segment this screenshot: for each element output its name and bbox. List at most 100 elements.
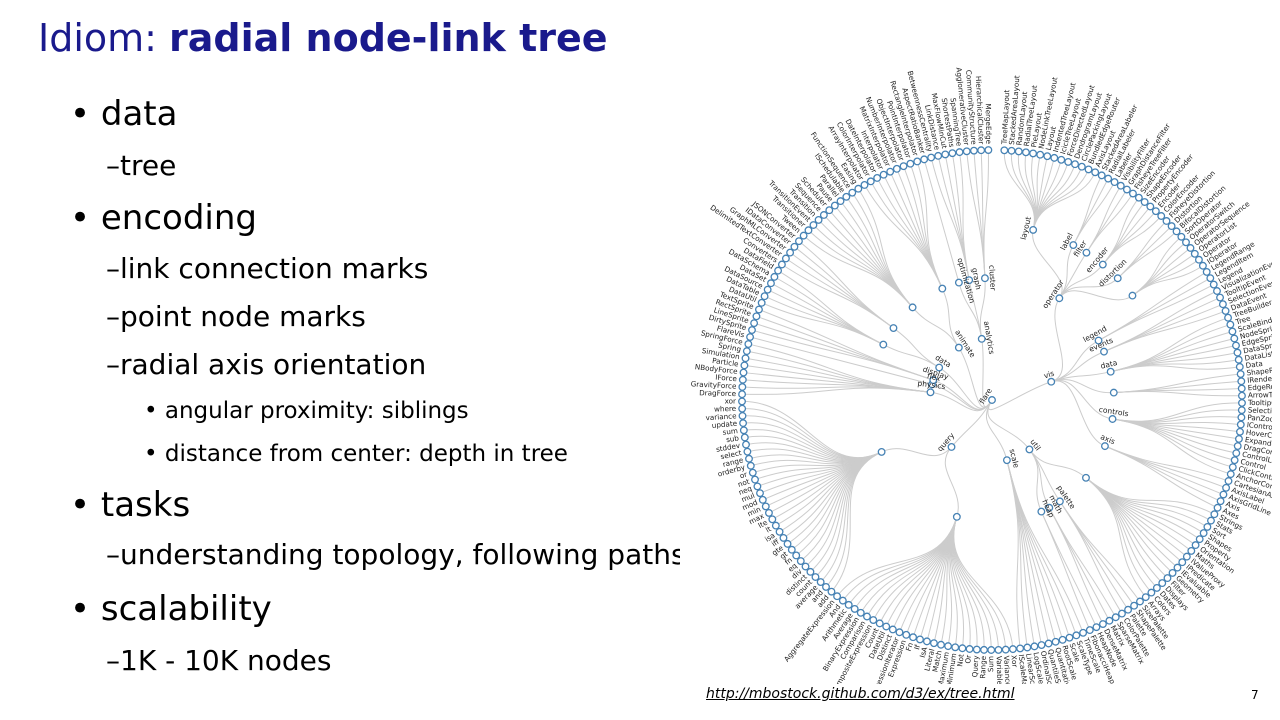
leaf-node bbox=[977, 146, 986, 155]
leaf-node bbox=[1043, 152, 1052, 161]
leaf-node bbox=[1226, 320, 1235, 329]
tree-link bbox=[1032, 166, 1083, 231]
leaf-node bbox=[738, 404, 747, 413]
tree-link bbox=[1051, 297, 1063, 383]
tree-link bbox=[1113, 380, 1242, 394]
leaf-node bbox=[1213, 287, 1221, 295]
leaf-node bbox=[1233, 442, 1242, 451]
leaf-node bbox=[1152, 583, 1161, 592]
leaf-node bbox=[1008, 645, 1017, 654]
branch-node bbox=[938, 284, 947, 293]
source-link[interactable]: http://mbostock.github.com/d3/ex/tree.ht… bbox=[706, 686, 1015, 702]
leaf-node bbox=[1111, 613, 1120, 622]
leaf-node bbox=[764, 508, 773, 517]
leaf-node bbox=[1228, 327, 1237, 336]
tree-link bbox=[798, 240, 894, 329]
tree-link bbox=[1112, 402, 1242, 422]
leaf-node bbox=[863, 612, 871, 621]
tree-link bbox=[1132, 236, 1182, 297]
leaf-node bbox=[1235, 362, 1244, 371]
title-regular: Idiom: bbox=[38, 16, 170, 60]
leaf-node bbox=[763, 285, 772, 294]
leaf-node bbox=[987, 646, 996, 654]
branch-node bbox=[977, 334, 986, 343]
leaf-node bbox=[1224, 313, 1233, 322]
leaf-node bbox=[758, 495, 767, 504]
tree-link bbox=[1104, 445, 1229, 482]
leaf-node bbox=[744, 340, 753, 349]
leaf-node bbox=[1216, 293, 1224, 302]
leaf-node bbox=[783, 539, 792, 548]
tree-link bbox=[1117, 230, 1177, 279]
leaf-node bbox=[790, 242, 799, 251]
tree-link bbox=[912, 307, 960, 348]
tree-nodes bbox=[738, 146, 1246, 654]
leaf-node bbox=[811, 573, 820, 581]
leaf-node bbox=[899, 162, 908, 171]
leaf-node bbox=[1237, 384, 1246, 393]
leaf-node bbox=[1146, 202, 1155, 211]
leaf-node bbox=[1085, 626, 1094, 635]
leaf-node bbox=[1219, 490, 1228, 499]
tree-link bbox=[1112, 418, 1235, 461]
slide-title: Idiom: radial node-link tree bbox=[38, 16, 608, 60]
leaf-node bbox=[1210, 510, 1219, 519]
tree-link bbox=[870, 181, 943, 289]
tree-link bbox=[813, 224, 913, 308]
tree-link bbox=[1059, 501, 1123, 614]
leaf-node bbox=[1226, 470, 1235, 479]
leaf-node bbox=[909, 633, 918, 642]
leaf-node bbox=[738, 411, 747, 420]
tree-link bbox=[893, 327, 940, 368]
leaf-node bbox=[1036, 150, 1045, 159]
leaf-node bbox=[779, 533, 788, 542]
leaf-node bbox=[739, 419, 748, 428]
branch-node bbox=[926, 388, 935, 397]
leaf-node bbox=[972, 645, 981, 654]
leaf-node bbox=[1178, 558, 1187, 567]
leaf-node bbox=[774, 266, 783, 275]
leaf-node bbox=[886, 167, 895, 176]
leaf-node bbox=[1163, 574, 1172, 583]
leaf-node bbox=[1157, 212, 1166, 220]
leaf-node bbox=[850, 604, 859, 613]
tree-link bbox=[1058, 290, 1133, 301]
leaf-node bbox=[825, 206, 834, 215]
leaf-node bbox=[1158, 579, 1167, 588]
tree-link bbox=[1110, 331, 1233, 373]
tree-link bbox=[988, 381, 1052, 411]
leaf-node bbox=[775, 527, 784, 536]
leaf-node bbox=[1182, 238, 1190, 247]
leaf-node bbox=[1007, 146, 1016, 155]
leaf-node bbox=[746, 333, 755, 341]
leaf-node bbox=[761, 502, 770, 511]
leaf-node bbox=[1232, 449, 1241, 458]
sub-bullet-radial-axis: –radial axis orientation bbox=[106, 348, 427, 381]
bullet-list: • data –tree • encoding –link connection… bbox=[70, 94, 680, 684]
tree-link bbox=[1102, 210, 1157, 265]
leaf-node bbox=[1237, 413, 1246, 422]
tree-link bbox=[952, 516, 999, 650]
leaf-node bbox=[833, 592, 842, 601]
branch-node bbox=[879, 340, 888, 349]
leaf-node bbox=[994, 645, 1003, 654]
leaf-node bbox=[937, 640, 945, 649]
tree-link bbox=[1040, 511, 1097, 628]
bullet-data: • data bbox=[70, 94, 178, 134]
leaf-node bbox=[1222, 483, 1231, 492]
leaf-node bbox=[866, 177, 875, 186]
leaf-node bbox=[827, 587, 836, 596]
leaf-node bbox=[768, 515, 777, 524]
leaf-node bbox=[806, 567, 815, 576]
leaf-node bbox=[941, 150, 950, 159]
leaf-node bbox=[767, 279, 775, 288]
leaf-node bbox=[1172, 227, 1181, 236]
leaf-node bbox=[838, 596, 847, 605]
leaf-node bbox=[1016, 644, 1025, 653]
leaf-node bbox=[1236, 370, 1245, 378]
leaf-node bbox=[1124, 605, 1133, 614]
leaf-node bbox=[816, 578, 825, 587]
branch-label: cluster bbox=[987, 265, 998, 292]
leaf-node bbox=[738, 383, 747, 391]
leaf-node bbox=[786, 248, 795, 257]
